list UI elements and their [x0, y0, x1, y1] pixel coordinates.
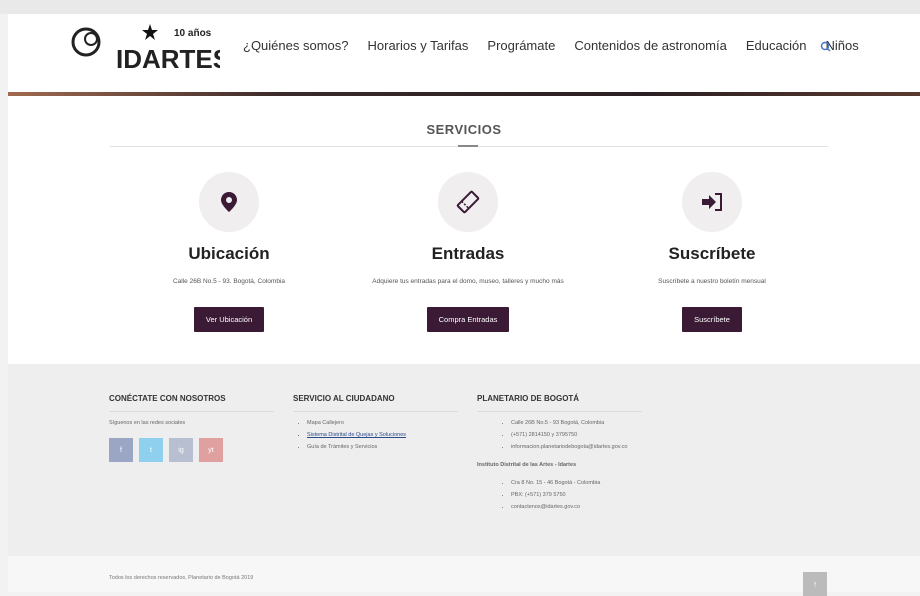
footer-planetario-rule — [477, 411, 642, 412]
idartes-phone: PBX: (+571) 379 5750 — [511, 492, 642, 498]
footer-idartes-list: Cra 8 No. 15 - 46 Bogotá - Colombia PBX:… — [477, 480, 642, 510]
suscribete-button[interactable]: Suscríbete — [682, 307, 742, 332]
idartes-subtitle: Instituto Distrital de las Artes - Idart… — [477, 462, 577, 468]
services-section: SERVICIOS Ubicación Calle 26B No.5 - 93.… — [8, 96, 920, 364]
footer-link-mapa[interactable]: Mapa Callejero — [307, 420, 458, 426]
card-ubicacion-text: Calle 26B No.5 - 93. Bogotá, Colombia — [172, 278, 285, 285]
footer-connect-text: Síguenos en las redes sociales — [109, 420, 186, 426]
services-title: SERVICIOS — [426, 122, 502, 137]
nav-quienes-somos[interactable]: ¿Quiénes somos? — [243, 38, 349, 53]
facebook-icon[interactable]: f — [109, 438, 133, 462]
search-icon[interactable] — [819, 40, 833, 54]
planetario-phone: (+571) 2814150 y 3795750 — [511, 432, 642, 438]
card-suscribete-text: Suscríbete a nuestro boletín mensual — [658, 278, 766, 285]
top-strip — [0, 0, 920, 14]
nav-educacion[interactable]: Educación — [746, 38, 807, 53]
card-entradas-text: Adquiere tus entradas para el domo, muse… — [372, 278, 564, 285]
ver-ubicacion-button[interactable]: Ver Ubicación — [193, 307, 265, 332]
ticket-icon — [438, 172, 498, 232]
site-footer: CONÉCTATE CON NOSOTROS Síguenos en las r… — [8, 364, 920, 556]
sign-in-icon — [682, 172, 742, 232]
card-suscribete-title: Suscríbete — [668, 244, 756, 263]
compra-entradas-button[interactable]: Compra Entradas — [426, 307, 510, 332]
footer-connect-title: CONÉCTATE CON NOSOTROS — [109, 394, 226, 403]
footer-planetario: PLANETARIO DE BOGOTÁ Calle 26B No.5 - 93… — [477, 394, 642, 516]
planetario-address: Calle 26B No.5 - 93 Bogotá, Colombia — [511, 420, 642, 426]
footer-connect: CONÉCTATE CON NOSOTROS Síguenos en las r… — [109, 394, 274, 462]
planetario-email[interactable]: informacion.planetariodebogota@idartes.g… — [511, 444, 642, 450]
card-entradas-title: Entradas — [431, 244, 505, 263]
idartes-logo[interactable]: 10 años IDARTES — [70, 20, 230, 76]
card-ubicacion-title: Ubicación — [188, 244, 270, 263]
footer-planetario-title: PLANETARIO DE BOGOTÁ — [477, 394, 580, 403]
footer-connect-rule — [109, 411, 274, 412]
services-underline — [458, 145, 478, 147]
youtube-icon[interactable]: yt — [199, 438, 223, 462]
instagram-icon[interactable]: ig — [169, 438, 193, 462]
logo-brand: IDARTES — [116, 44, 220, 74]
footer-citizen-title: SERVICIO AL CIUDADANO — [293, 394, 395, 403]
map-marker-icon — [199, 172, 259, 232]
card-entradas: Entradas Adquiere tus entradas para el d… — [348, 172, 588, 332]
back-to-top-button[interactable]: ↑ — [803, 572, 827, 596]
copyright-text: Todos los derechos reservados, Planetari… — [109, 575, 254, 581]
footer-link-guia[interactable]: Guía de Trámites y Servicios — [307, 444, 458, 450]
footer-citizen: SERVICIO AL CIUDADANO Mapa Callejero Sis… — [293, 394, 458, 456]
footer-citizen-rule — [293, 411, 458, 412]
nav-contenidos-astronomia[interactable]: Contenidos de astronomía — [574, 38, 726, 53]
nav-horarios-tarifas[interactable]: Horarios y Tarifas — [368, 38, 469, 53]
social-links: f t ig yt — [109, 438, 274, 462]
card-suscribete: Suscríbete Suscríbete a nuestro boletín … — [592, 172, 832, 332]
footer-planetario-list: Calle 26B No.5 - 93 Bogotá, Colombia (+5… — [477, 420, 642, 450]
card-ubicacion: Ubicación Calle 26B No.5 - 93. Bogotá, C… — [109, 172, 349, 332]
logo-anniversary: 10 años — [174, 28, 212, 39]
nav-programate[interactable]: Prográmate — [487, 38, 555, 53]
main-nav: ¿Quiénes somos? Horarios y Tarifas Progr… — [243, 38, 878, 53]
copyright-bar: Todos los derechos reservados, Planetari… — [8, 556, 920, 596]
idartes-address: Cra 8 No. 15 - 46 Bogotá - Colombia — [511, 480, 642, 486]
twitter-icon[interactable]: t — [139, 438, 163, 462]
footer-citizen-list: Mapa Callejero Sistema Distrital de Quej… — [293, 420, 458, 450]
idartes-email[interactable]: contactenos@idartes.gov.co — [511, 504, 642, 510]
footer-link-quejas[interactable]: Sistema Distrital de Quejas y Soluciones — [307, 432, 458, 438]
